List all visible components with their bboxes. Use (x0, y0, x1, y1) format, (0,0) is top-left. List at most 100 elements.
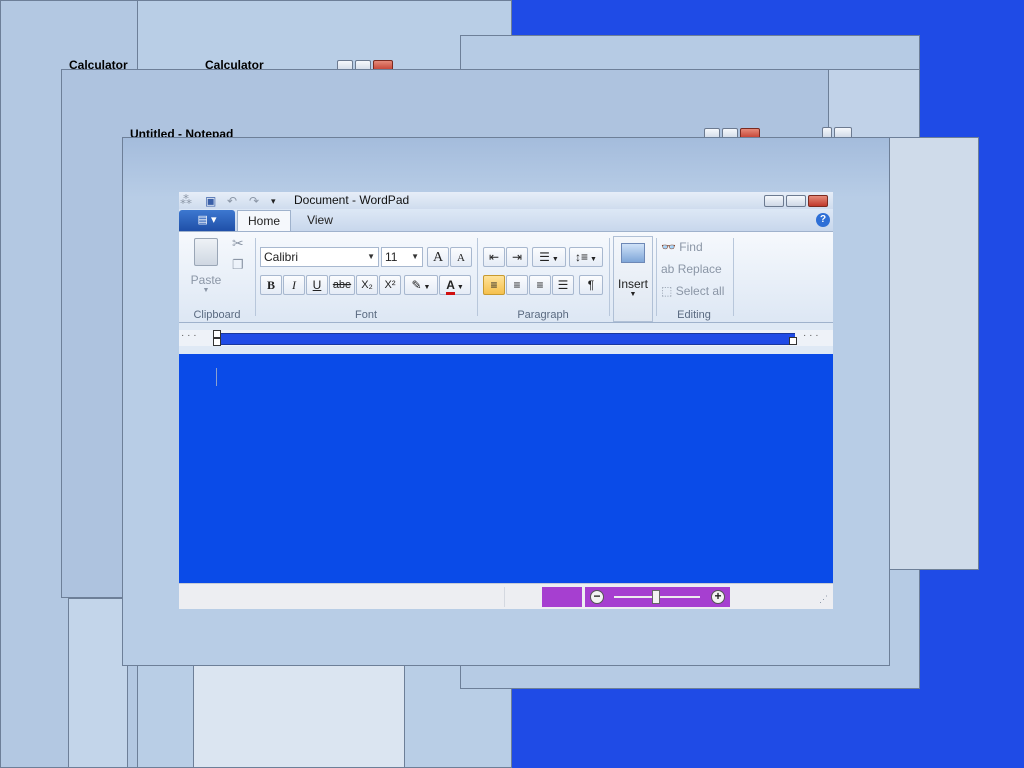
clipboard-group-label: Clipboard (193, 309, 241, 321)
strikethrough-icon: abe (332, 279, 352, 291)
select-all-label: Select all (675, 284, 725, 298)
chevron-down-icon: ▼ (588, 256, 597, 263)
zoom-slider-thumb[interactable] (652, 590, 660, 604)
paste-button[interactable]: Paste ▼ (187, 236, 225, 296)
bullet-list-button[interactable]: ☰ ▼ (532, 247, 566, 267)
highlighter-icon: ✎ (411, 278, 422, 292)
chevron-down-icon: ▼ (421, 284, 431, 291)
highlight-color-button[interactable]: ✎ ▼ (404, 275, 438, 295)
font-group-label: Font (354, 309, 377, 321)
zoom-in-icon[interactable]: + (711, 590, 725, 604)
menu-icon: ▤ ▾ (197, 214, 217, 226)
undo-icon[interactable]: ↶ (227, 194, 237, 208)
wordpad-titlebar: ⁂ ▣ ↶ ↷ ▾ Document - WordPad (179, 192, 833, 209)
grow-font-button[interactable]: A (427, 247, 449, 267)
strikethrough-button[interactable]: abe (329, 275, 355, 295)
align-center-icon: ≡ (513, 278, 521, 292)
font-family-select[interactable]: Calibri ▼ (260, 247, 379, 267)
increase-indent-button[interactable]: ⇥ (506, 247, 528, 267)
binoculars-icon: 👓 (661, 240, 676, 254)
tab-view[interactable]: View (293, 210, 347, 231)
customize-quick-access-icon[interactable]: ▾ (271, 196, 276, 207)
app-menu-button[interactable]: ▤ ▾ (179, 210, 235, 231)
divider (733, 238, 734, 316)
help-icon[interactable]: ? (816, 213, 830, 227)
select-all-icon: ⬚ (661, 284, 673, 298)
align-right-button[interactable]: ≡ (529, 275, 551, 295)
save-icon[interactable]: ▣ (205, 194, 216, 208)
cut-icon[interactable]: ✂ (232, 235, 244, 252)
clipboard-icon (194, 238, 218, 266)
zoom-level-button[interactable] (542, 587, 582, 607)
first-line-indent-handle[interactable] (213, 330, 221, 338)
bold-button[interactable]: B (260, 275, 282, 295)
superscript-button[interactable]: X² (379, 275, 401, 295)
bullet-list-icon: ☰ (539, 250, 550, 264)
paragraph-group-label: Paragraph (517, 309, 569, 321)
resize-grip-icon[interactable]: ⋰ (819, 594, 828, 605)
app-icon: ⁂ (180, 193, 192, 207)
chevron-down-icon: ▼ (454, 284, 464, 291)
wordpad-window[interactable]: ⁂ ▣ ↶ ↷ ▾ Document - WordPad ▤ ▾ Home Vi… (179, 192, 833, 609)
shrink-font-button[interactable]: A (450, 247, 472, 267)
right-indent-handle[interactable] (789, 337, 797, 345)
find-label: Find (679, 240, 703, 254)
justify-icon: ☰ (557, 278, 569, 292)
left-indent-handle[interactable] (213, 338, 221, 346)
underline-button[interactable]: U (306, 275, 328, 295)
align-center-button[interactable]: ≡ (506, 275, 528, 295)
find-button[interactable]: 👓 Find (661, 240, 703, 254)
align-left-button[interactable]: ≡ (483, 275, 505, 295)
maximize-icon[interactable] (786, 195, 806, 207)
paragraph-settings-button[interactable]: ¶ (579, 275, 603, 295)
tab-home[interactable]: Home (237, 210, 291, 231)
align-right-icon: ≡ (536, 278, 544, 292)
redo-icon[interactable]: ↷ (249, 194, 259, 208)
paragraph-icon: ¶ (587, 278, 595, 292)
superscript-icon: X² (384, 279, 396, 291)
decrease-indent-button[interactable]: ⇤ (483, 247, 505, 267)
window-layer-lower (68, 598, 128, 768)
ribbon-home: Paste ▼ ✂ ❐ Clipboard Calibri ▼ 11 ▼ A A B… (179, 231, 833, 323)
ribbon-tabs: ▤ ▾ Home View ? (179, 209, 833, 231)
insert-label: Insert (617, 277, 648, 291)
replace-icon: ab (661, 262, 675, 276)
zoom-control: − + (585, 587, 730, 607)
wordpad-title: Document - WordPad (294, 193, 410, 207)
copy-icon[interactable]: ❐ (232, 257, 244, 273)
ruler[interactable]: · · · · · · (179, 330, 833, 346)
close-icon[interactable] (808, 195, 828, 207)
subscript-button[interactable]: X₂ (356, 275, 378, 295)
select-all-button[interactable]: ⬚ Select all (661, 284, 724, 298)
replace-button[interactable]: ab Replace (661, 262, 722, 276)
editing-group-label: Editing (677, 309, 711, 321)
text-caret (216, 368, 217, 386)
font-color-icon: A (446, 278, 455, 295)
ruler-text-area (217, 333, 795, 345)
minimize-icon[interactable] (764, 195, 784, 207)
window-layer-5 (888, 137, 979, 570)
divider (609, 238, 610, 316)
status-divider (504, 587, 505, 607)
grow-font-icon: A (432, 250, 444, 265)
shrink-font-icon: A (457, 252, 465, 264)
increase-indent-icon: ⇥ (511, 250, 523, 264)
font-size-value: 11 (385, 250, 398, 264)
italic-button[interactable]: I (283, 275, 305, 295)
document-area[interactable] (179, 354, 833, 583)
chevron-down-icon: ▼ (367, 252, 375, 261)
divider (477, 238, 478, 316)
ruler-dots-right: · · · (803, 330, 819, 341)
zoom-out-icon[interactable]: − (590, 590, 604, 604)
font-size-select[interactable]: 11 ▼ (381, 247, 423, 267)
font-family-value: Calibri (264, 250, 299, 264)
divider (656, 238, 657, 316)
justify-button[interactable]: ☰ (552, 275, 574, 295)
font-color-button[interactable]: A ▼ (439, 275, 471, 295)
chevron-down-icon: ▼ (202, 287, 210, 294)
line-spacing-button[interactable]: ↕≡ ▼ (569, 247, 603, 267)
chevron-down-icon: ▼ (629, 291, 637, 298)
insert-button[interactable]: Insert ▼ (613, 236, 653, 322)
italic-icon: I (292, 278, 296, 292)
divider (255, 238, 256, 316)
